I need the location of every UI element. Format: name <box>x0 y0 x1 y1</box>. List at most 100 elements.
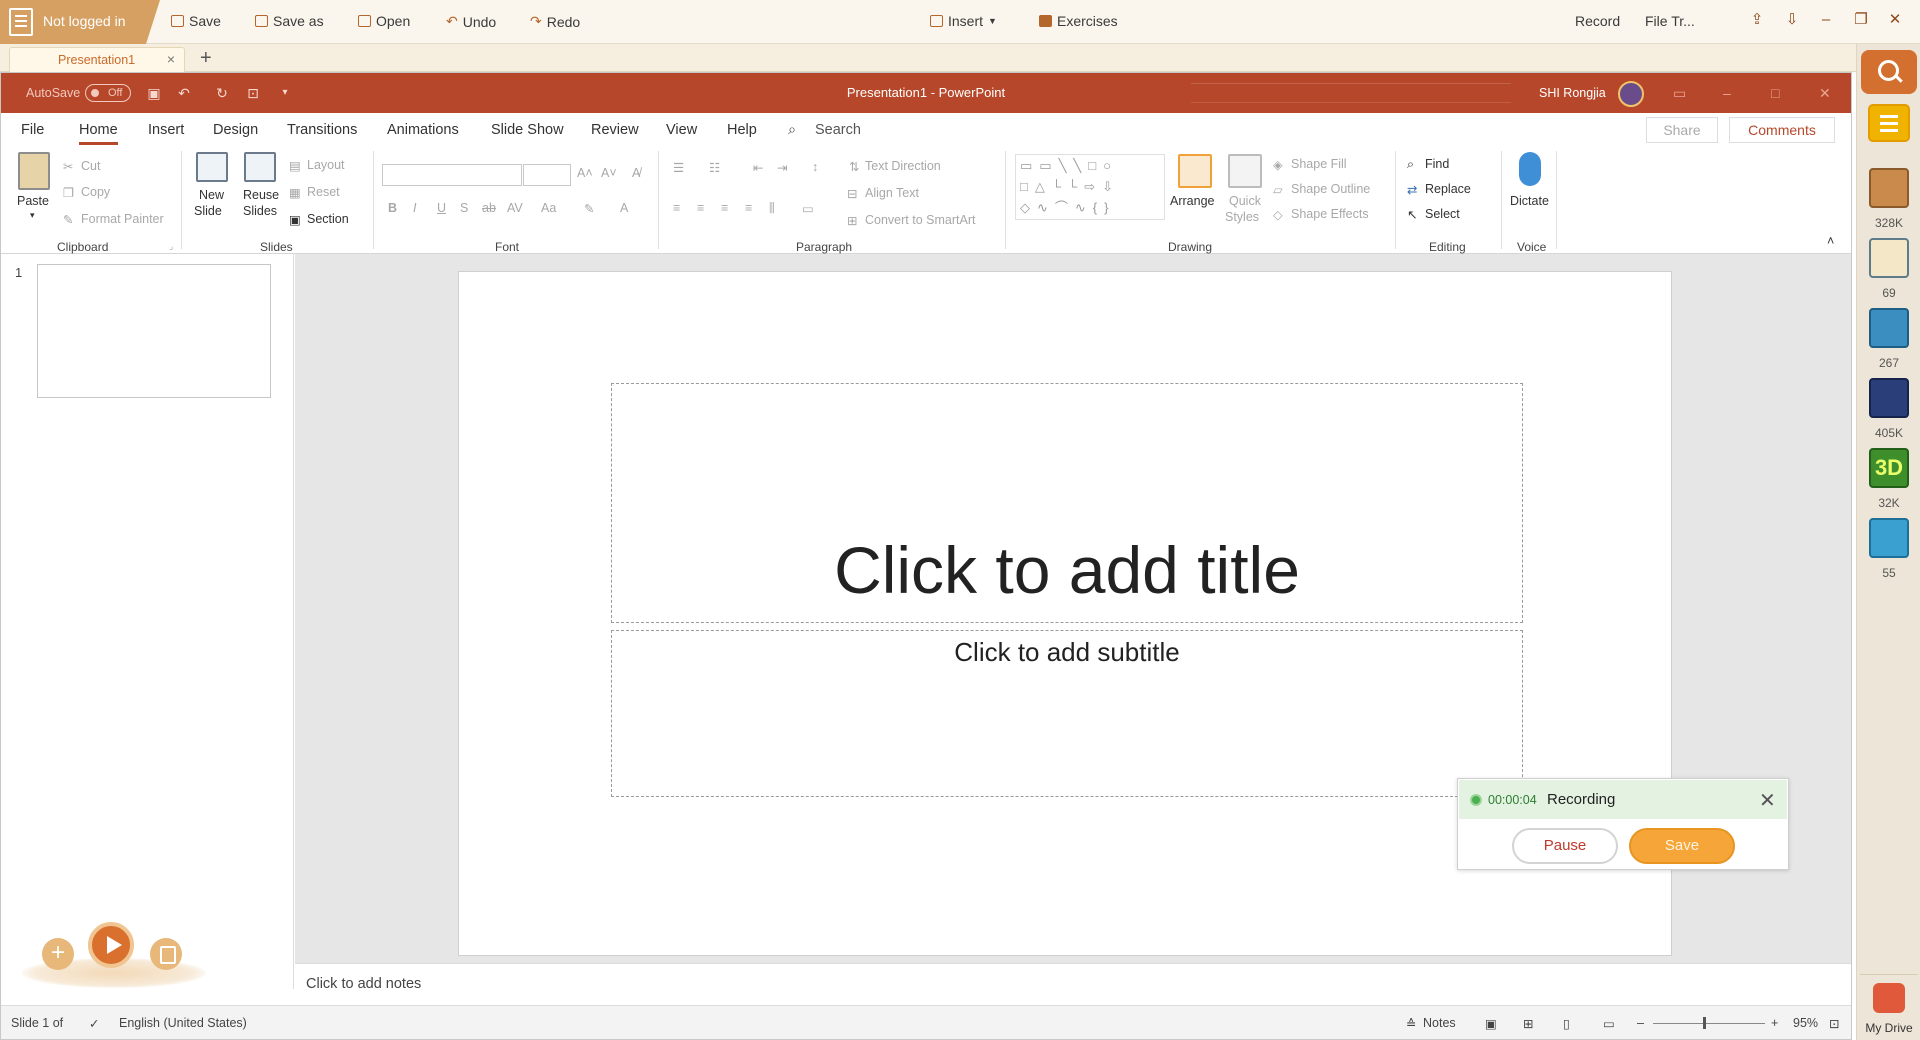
dialog-launcher-icon[interactable]: ⌟ <box>169 241 173 252</box>
select-button[interactable]: Select <box>1425 207 1460 221</box>
arrange-button[interactable]: Arrange <box>1170 194 1214 208</box>
new-slide-button[interactable]: Slide <box>194 204 222 218</box>
layout-icon[interactable]: ▤ <box>289 158 301 173</box>
close-icon[interactable]: ✕ <box>1759 788 1776 813</box>
save-recording-button[interactable]: Save <box>1629 828 1735 864</box>
reading-view-icon[interactable]: ▯ <box>1563 1016 1570 1031</box>
line-spacing-icon[interactable]: ↕ <box>812 160 818 174</box>
ribbon-display-icon[interactable]: ▭ <box>1673 85 1686 102</box>
tab-help[interactable]: Help <box>727 122 757 138</box>
new-slide-icon[interactable] <box>196 152 228 182</box>
fit-to-window-icon[interactable]: ⊡ <box>1829 1016 1839 1031</box>
close-tab-icon[interactable]: × <box>167 51 175 67</box>
tab-slide-show[interactable]: Slide Show <box>491 122 564 138</box>
pause-button[interactable]: Pause <box>1512 828 1618 864</box>
shapes-gallery[interactable]: ▭▭╲╲□○ □△└└⇨⇩ ◇∿⌒∿{} <box>1015 154 1165 220</box>
smartart-icon[interactable]: ⊞ <box>847 213 857 228</box>
normal-view-icon[interactable]: ▣ <box>1485 1016 1497 1031</box>
save-button[interactable]: Save <box>171 13 221 29</box>
microphone-icon[interactable] <box>1519 152 1541 186</box>
notes-app-icon[interactable] <box>1868 104 1910 142</box>
document-tab[interactable]: Presentation1 × <box>9 47 185 72</box>
convert-smartart-button[interactable]: Convert to SmartArt <box>865 213 975 227</box>
replace-icon[interactable]: ⇄ <box>1407 182 1417 197</box>
section-icon[interactable]: ▣ <box>289 212 301 227</box>
copy-icon[interactable]: ❐ <box>63 185 74 200</box>
quick-styles-icon[interactable] <box>1228 154 1262 188</box>
share-button[interactable]: Share <box>1646 117 1718 143</box>
my-drive-button[interactable]: My Drive <box>1860 974 1918 1036</box>
select-icon[interactable]: ↖ <box>1407 207 1417 222</box>
search-box[interactable]: Search <box>815 122 861 138</box>
image-app-icon[interactable] <box>1869 518 1909 558</box>
close-icon[interactable]: ✕ <box>1819 85 1831 102</box>
collapse-ribbon-icon[interactable]: ˄ <box>1827 234 1834 248</box>
layout-button[interactable]: Layout <box>307 158 345 172</box>
hand-app-icon[interactable] <box>1869 238 1909 278</box>
strikethrough-icon[interactable]: ab <box>482 201 496 215</box>
exercises-button[interactable]: Exercises <box>1039 13 1118 29</box>
reuse-slides-button[interactable]: Slides <box>243 204 277 218</box>
justify-icon[interactable]: ≡ <box>745 201 752 215</box>
3d-app-icon[interactable]: 3D <box>1869 448 1909 488</box>
font-name-dropdown[interactable] <box>382 164 522 186</box>
align-center-icon[interactable]: ≡ <box>697 201 704 215</box>
file-transfer-button[interactable]: File Tr... <box>1645 13 1695 29</box>
tab-animations[interactable]: Animations <box>387 122 459 138</box>
insert-menu-button[interactable]: Insert ▼ <box>930 13 997 29</box>
bullets-icon[interactable]: ☰ <box>673 160 684 175</box>
bold-icon[interactable]: B <box>388 201 397 215</box>
notes-button[interactable]: Notes <box>1423 1016 1456 1030</box>
zoom-out-icon[interactable]: – <box>1637 1016 1644 1030</box>
paste-icon[interactable] <box>18 152 50 190</box>
shape-fill-button[interactable]: Shape Fill <box>1291 157 1347 171</box>
section-button[interactable]: Section <box>307 212 349 226</box>
zoom-in-icon[interactable]: + <box>1771 1016 1778 1030</box>
video-app-icon[interactable] <box>1869 378 1909 418</box>
cut-button[interactable]: Cut <box>81 159 100 173</box>
decrease-font-icon[interactable]: A˅ <box>601 166 617 180</box>
reuse-slides-icon[interactable] <box>244 152 276 182</box>
chevron-down-icon[interactable]: ▾ <box>30 210 35 221</box>
tab-insert[interactable]: Insert <box>148 122 184 138</box>
add-icon[interactable]: + <box>42 938 74 970</box>
text-box-icon[interactable]: ▭ <box>802 201 814 216</box>
minimize-icon[interactable]: – <box>1818 12 1834 28</box>
restore-icon[interactable]: ❐ <box>1853 12 1869 28</box>
numbering-icon[interactable]: ☷ <box>709 160 720 175</box>
search-icon[interactable]: ⌕ <box>788 122 796 138</box>
dictate-button[interactable]: Dictate <box>1510 194 1549 208</box>
quick-styles-label[interactable]: Quick <box>1229 194 1261 208</box>
text-direction-button[interactable]: Text Direction <box>865 159 941 173</box>
increase-indent-icon[interactable]: ⇥ <box>777 160 787 175</box>
comments-button[interactable]: Comments <box>1729 117 1835 143</box>
tab-view[interactable]: View <box>666 122 697 138</box>
paste-button[interactable]: Paste <box>17 194 49 208</box>
reset-icon[interactable]: ▦ <box>289 185 301 200</box>
tab-review[interactable]: Review <box>591 122 639 138</box>
copy-button[interactable]: Copy <box>81 185 110 199</box>
align-right-icon[interactable]: ≡ <box>721 201 728 215</box>
tab-design[interactable]: Design <box>213 122 258 138</box>
record-button[interactable]: Record <box>1575 13 1620 29</box>
arrange-icon[interactable] <box>1178 154 1212 188</box>
format-painter-icon[interactable]: ✎ <box>63 212 73 227</box>
shape-fill-icon[interactable]: ◈ <box>1273 157 1283 172</box>
play-icon[interactable] <box>88 922 134 968</box>
close-icon[interactable]: ✕ <box>1887 12 1903 28</box>
search-icon[interactable] <box>1861 50 1917 94</box>
tab-home[interactable]: Home <box>79 122 118 145</box>
zoom-slider[interactable] <box>1653 1023 1765 1024</box>
beaker-app-icon[interactable] <box>1869 308 1909 348</box>
columns-icon[interactable]: ⫼ <box>769 201 775 216</box>
tab-file[interactable]: File <box>21 122 44 138</box>
maximize-icon[interactable]: □ <box>1771 85 1779 101</box>
clear-format-icon[interactable]: A̸ <box>632 166 640 180</box>
find-button[interactable]: Find <box>1425 157 1449 171</box>
slideshow-icon[interactable]: ▭ <box>1603 1016 1615 1031</box>
tab-transitions[interactable]: Transitions <box>287 122 357 138</box>
undo-button[interactable]: ↶ Undo <box>446 13 496 30</box>
minimize-icon[interactable]: – <box>1723 85 1731 101</box>
font-size-dropdown[interactable] <box>523 164 571 186</box>
italic-icon[interactable]: I <box>413 201 416 215</box>
